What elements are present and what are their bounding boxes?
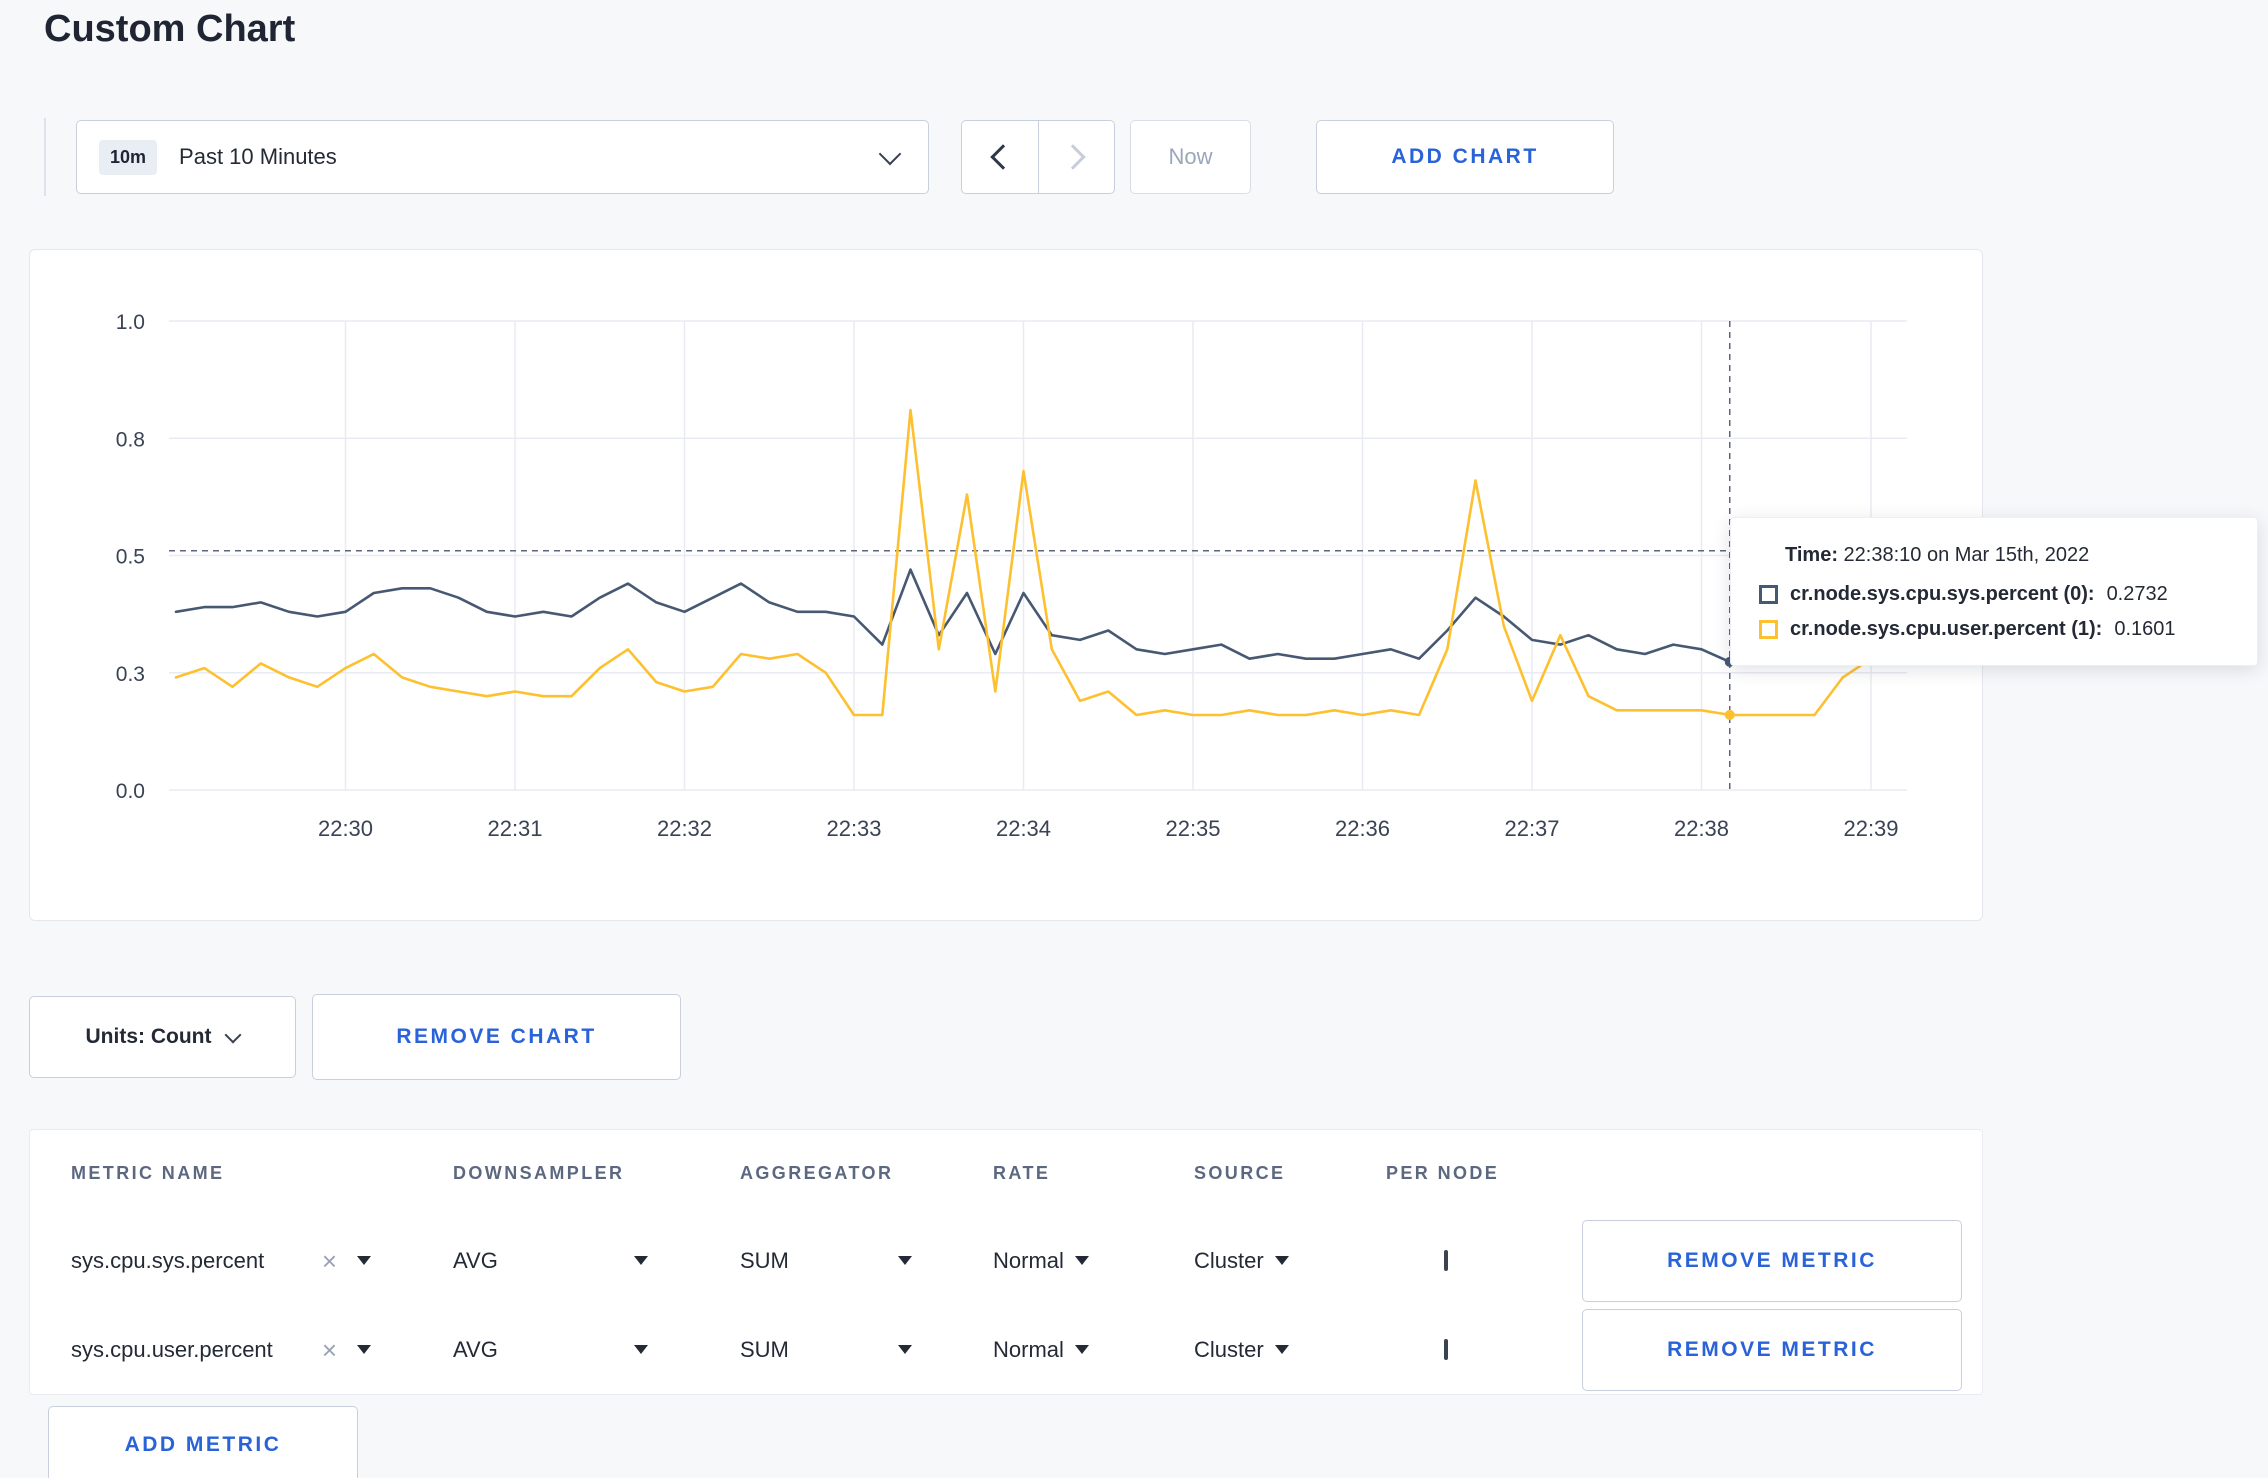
caret-down-icon — [1274, 1256, 1289, 1265]
metric-select[interactable]: sys.cpu.sys.percent × — [71, 1248, 371, 1274]
rate-select[interactable]: Normal — [993, 1337, 1089, 1363]
tooltip-series-row: cr.node.sys.cpu.user.percent (1): 0.1601 — [1759, 618, 2229, 641]
caret-down-icon — [357, 1256, 371, 1265]
table-row: sys.cpu.user.percent × AVG SUM Normal Cl… — [30, 1305, 1982, 1394]
hover-dot — [1724, 709, 1735, 720]
header-rate: RATE — [993, 1162, 1051, 1183]
series-user-swatch-icon — [1759, 620, 1778, 639]
table-row: sys.cpu.sys.percent × AVG SUM Normal Clu… — [30, 1216, 1982, 1305]
y-tick-label: 1.0 — [116, 311, 145, 334]
caret-down-icon — [634, 1256, 648, 1265]
y-tick-label: 0.5 — [116, 546, 145, 569]
chevron-down-icon — [878, 142, 902, 166]
tooltip-series-value: 0.1601 — [2114, 618, 2176, 640]
tooltip-time-value: 22:38:10 on Mar 15th, 2022 — [1843, 544, 2090, 566]
x-tick-label: 22:38 — [1674, 816, 1729, 841]
source-select[interactable]: Cluster — [1194, 1248, 1289, 1274]
x-tick-label: 22:34 — [996, 816, 1051, 841]
metric-name: sys.cpu.user.percent — [71, 1336, 273, 1362]
rate-value: Normal — [993, 1336, 1064, 1362]
chart-card: 0.0 0.3 0.5 0.8 1.0 22:30 22:31 22:32 22:33 22:34… — [29, 249, 1983, 921]
tooltip-series-value: 0.2732 — [2106, 583, 2168, 605]
x-tick-label: 22:32 — [657, 816, 712, 841]
per-node-checkbox[interactable] — [1444, 1249, 1448, 1271]
rate-value: Normal — [993, 1247, 1064, 1273]
tooltip-time-label: Time: — [1785, 544, 1838, 566]
metrics-table: METRIC NAME DOWNSAMPLER AGGREGATOR RATE … — [29, 1129, 1983, 1395]
aggregator-select[interactable]: SUM — [740, 1248, 912, 1274]
x-tick-label: 22:36 — [1335, 816, 1390, 841]
clear-icon[interactable]: × — [322, 1337, 337, 1363]
header-metric-name: METRIC NAME — [71, 1162, 225, 1183]
caret-down-icon — [1074, 1256, 1089, 1265]
remove-chart-button[interactable]: REMOVE CHART — [312, 994, 681, 1080]
chevron-left-icon — [990, 144, 1016, 170]
x-tick-label: 22:37 — [1504, 816, 1559, 841]
next-button[interactable] — [1039, 121, 1115, 193]
add-chart-button[interactable]: ADD CHART — [1316, 120, 1614, 194]
metric-name: sys.cpu.sys.percent — [71, 1247, 265, 1273]
time-range-select[interactable]: 10m Past 10 Minutes — [76, 120, 929, 194]
downsampler-select[interactable]: AVG — [453, 1337, 648, 1363]
now-button[interactable]: Now — [1130, 120, 1251, 194]
tooltip-series-name: cr.node.sys.cpu.user.percent (1): — [1790, 618, 2103, 640]
metric-select[interactable]: sys.cpu.user.percent × — [71, 1337, 371, 1363]
x-tick-label: 22:35 — [1165, 816, 1220, 841]
caret-down-icon — [357, 1345, 371, 1354]
caret-down-icon — [634, 1345, 648, 1354]
downsampler-value: AVG — [453, 1247, 498, 1273]
caret-down-icon — [1274, 1345, 1289, 1354]
remove-metric-button[interactable]: REMOVE METRIC — [1582, 1219, 1962, 1302]
source-value: Cluster — [1194, 1247, 1264, 1273]
metrics-table-header: METRIC NAME DOWNSAMPLER AGGREGATOR RATE … — [30, 1130, 1982, 1216]
remove-metric-button[interactable]: REMOVE METRIC — [1582, 1308, 1962, 1391]
x-tick-label: 22:33 — [826, 816, 881, 841]
header-source: SOURCE — [1194, 1162, 1286, 1183]
header-per-node: PER NODE — [1386, 1162, 1500, 1183]
y-tick-label: 0.3 — [116, 663, 145, 686]
time-nav-group — [961, 120, 1115, 194]
clear-icon[interactable]: × — [322, 1248, 337, 1274]
aggregator-value: SUM — [740, 1247, 789, 1273]
custom-chart-page: Custom Chart 10m Past 10 Minutes Now ADD… — [0, 0, 2268, 1478]
x-tick-label: 22:31 — [487, 816, 542, 841]
source-value: Cluster — [1194, 1336, 1264, 1362]
x-tick-label: 22:30 — [318, 816, 373, 841]
tooltip-time-row: Time: 22:38:10 on Mar 15th, 2022 — [1785, 544, 2229, 567]
chevron-down-icon — [224, 1026, 242, 1044]
downsampler-select[interactable]: AVG — [453, 1248, 648, 1274]
chevron-right-icon — [1060, 144, 1086, 170]
caret-down-icon — [898, 1345, 912, 1354]
header-aggregator: AGGREGATOR — [740, 1162, 894, 1183]
add-metric-button[interactable]: ADD METRIC — [48, 1406, 358, 1478]
tooltip-series-name: cr.node.sys.cpu.sys.percent (0): — [1790, 583, 2095, 605]
y-tick-label: 0.8 — [116, 428, 145, 451]
y-tick-label: 0.0 — [116, 780, 145, 803]
units-label: Units: Count — [85, 1025, 212, 1048]
caret-down-icon — [1074, 1345, 1089, 1354]
rate-select[interactable]: Normal — [993, 1248, 1089, 1274]
tooltip-series-row: cr.node.sys.cpu.sys.percent (0): 0.2732 — [1759, 583, 2229, 606]
grid: 0.0 0.3 0.5 0.8 1.0 22:30 22:31 22:32 22:33 22:34… — [116, 311, 1907, 841]
prev-button[interactable] — [962, 121, 1039, 193]
units-dropdown[interactable]: Units: Count — [29, 996, 296, 1078]
downsampler-value: AVG — [453, 1336, 498, 1362]
chart-tooltip: Time: 22:38:10 on Mar 15th, 2022 cr.node… — [1730, 517, 2258, 666]
aggregator-value: SUM — [740, 1336, 789, 1362]
per-node-checkbox[interactable] — [1444, 1338, 1448, 1360]
time-range-label: Past 10 Minutes — [179, 144, 337, 169]
series-sys-swatch-icon — [1759, 585, 1778, 604]
header-downsampler: DOWNSAMPLER — [453, 1162, 625, 1183]
page-title: Custom Chart — [44, 8, 296, 50]
x-tick-label: 22:39 — [1843, 816, 1898, 841]
caret-down-icon — [898, 1256, 912, 1265]
time-range-badge: 10m — [99, 139, 158, 175]
divider — [44, 118, 46, 196]
aggregator-select[interactable]: SUM — [740, 1337, 912, 1363]
source-select[interactable]: Cluster — [1194, 1337, 1289, 1363]
metrics-line-chart[interactable]: 0.0 0.3 0.5 0.8 1.0 22:30 22:31 22:32 22:33 22:34… — [30, 250, 1982, 920]
